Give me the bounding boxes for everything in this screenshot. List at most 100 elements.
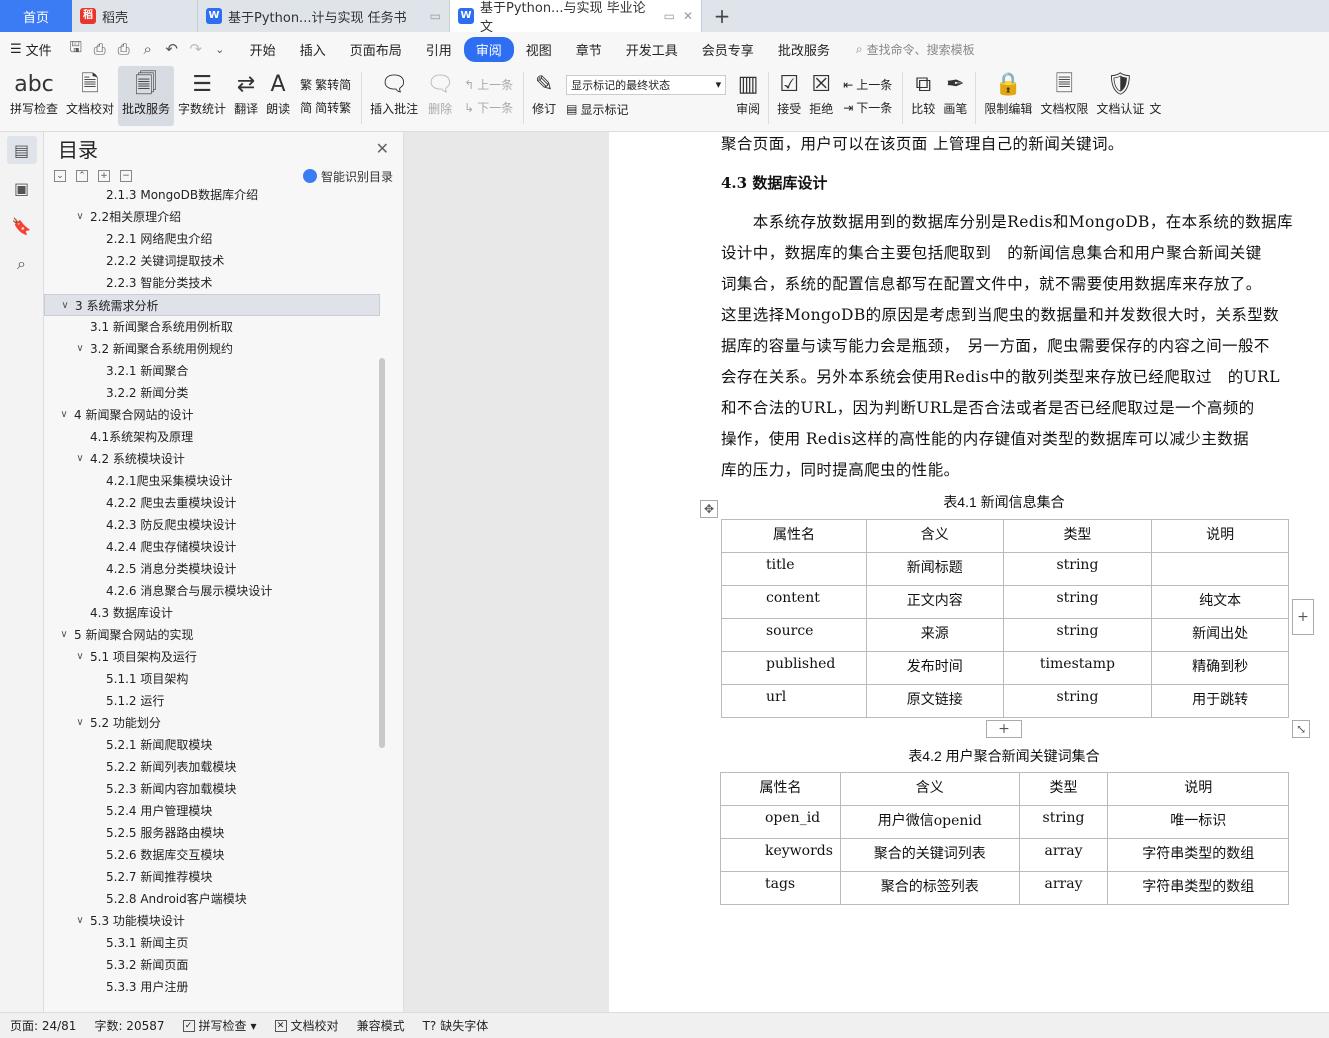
menu-tab-1[interactable]: 插入 bbox=[288, 37, 338, 62]
table-move-handle-icon[interactable]: ✥ bbox=[700, 500, 718, 518]
prev-comment-button[interactable]: ↰ 上一条 bbox=[464, 76, 513, 93]
add-row-button[interactable]: + bbox=[986, 720, 1022, 738]
table-cell[interactable]: 用于跳转 bbox=[1151, 684, 1289, 718]
table-header-cell[interactable]: 含义 bbox=[839, 772, 1020, 806]
print-icon[interactable]: ⎙ bbox=[112, 40, 136, 58]
page-indicator[interactable]: 页面: 24/81 bbox=[10, 1017, 76, 1034]
table-cell[interactable]: 聚合的关键词列表 bbox=[839, 838, 1020, 872]
word-count[interactable]: 字数: 20587 bbox=[94, 1017, 164, 1034]
bookmark-icon[interactable]: 🔖 bbox=[7, 212, 37, 240]
toc-item[interactable]: 5.2.8 Android客户端模块 bbox=[44, 888, 380, 910]
show-markup-button[interactable]: ▤ 显示标记 bbox=[566, 101, 726, 118]
toc-item[interactable]: 2.2.2 关键词提取技术 bbox=[44, 250, 380, 272]
more-button[interactable]: 文 bbox=[1148, 66, 1162, 126]
tab-thesis-doc[interactable]: W 基于Python...与实现 毕业论文 ▭ ✕ bbox=[450, 0, 702, 35]
toc-item[interactable]: 4.2.6 消息聚合与展示模块设计 bbox=[44, 580, 380, 602]
table-header-cell[interactable]: 属性名 bbox=[721, 519, 867, 553]
remove-heading-icon[interactable]: − bbox=[120, 170, 132, 182]
menu-tab-4[interactable]: 审阅 bbox=[463, 36, 514, 62]
doc-auth-button[interactable]: 🛡 文档认证 bbox=[1092, 66, 1148, 126]
chevron-down-icon[interactable]: ⌄ bbox=[208, 43, 232, 56]
menu-tab-2[interactable]: 页面布局 bbox=[338, 37, 414, 62]
table-cell[interactable]: 正文内容 bbox=[865, 585, 1004, 619]
chapter-icon[interactable]: ▣ bbox=[7, 174, 37, 202]
missing-font-status[interactable]: T? 缺失字体 bbox=[423, 1017, 489, 1034]
print-preview-icon[interactable]: ⌕ bbox=[136, 40, 160, 58]
toc-item[interactable]: ∨ 5.3 功能模块设计 bbox=[44, 910, 380, 932]
table-cell[interactable]: source bbox=[721, 618, 867, 652]
toc-item[interactable]: ∨ 5 新闻聚合网站的实现 bbox=[44, 624, 380, 646]
read-aloud-button[interactable]: A 朗读 bbox=[262, 66, 294, 126]
table-cell[interactable]: string bbox=[1018, 805, 1109, 839]
toc-item[interactable]: 4.2.5 消息分类模块设计 bbox=[44, 558, 380, 580]
menu-tab-0[interactable]: 开始 bbox=[238, 37, 288, 62]
toc-item[interactable]: 2.2.3 智能分类技术 bbox=[44, 272, 380, 294]
table-cell[interactable]: content bbox=[721, 585, 867, 619]
toc-item[interactable]: ∨ 5.1 项目架构及运行 bbox=[44, 646, 380, 668]
tab-docer[interactable]: 稻 稻壳 bbox=[72, 0, 198, 32]
toc-item[interactable]: 4.2.1爬虫采集模块设计 bbox=[44, 470, 380, 492]
toc-item[interactable]: 3.1 新闻聚合系统用例析取 bbox=[44, 316, 380, 338]
menu-tab-6[interactable]: 章节 bbox=[564, 37, 614, 62]
table-cell[interactable]: string bbox=[1002, 618, 1153, 652]
chevron-down-icon[interactable]: ∨ bbox=[74, 646, 86, 668]
table-cell[interactable]: 纯文本 bbox=[1151, 585, 1289, 619]
close-icon[interactable]: ✕ bbox=[683, 9, 693, 23]
menu-tab-8[interactable]: 会员专享 bbox=[690, 37, 766, 62]
toc-item[interactable]: 5.2.2 新闻列表加载模块 bbox=[44, 756, 380, 778]
chevron-down-icon[interactable]: ∨ bbox=[59, 295, 71, 317]
menu-tab-5[interactable]: 视图 bbox=[514, 37, 564, 62]
expand-all-icon[interactable]: ⌃ bbox=[76, 170, 88, 182]
toc-item[interactable]: 4.1系统架构及原理 bbox=[44, 426, 380, 448]
file-menu[interactable]: ☰ 文件 bbox=[10, 40, 52, 59]
save-icon[interactable]: 🖫 bbox=[64, 37, 88, 62]
table-header-cell[interactable]: 属性名 bbox=[720, 772, 841, 806]
chevron-down-icon[interactable]: ∨ bbox=[58, 404, 70, 426]
toc-item[interactable]: 3.2.2 新闻分类 bbox=[44, 382, 380, 404]
document-page[interactable]: 聚合页面，用户可以在该页面 上管理自己的新闻关键词。 4.3 数据库设计 本系统… bbox=[609, 132, 1329, 1012]
table-cell[interactable] bbox=[1151, 552, 1289, 586]
table-cell[interactable]: 用户微信openid bbox=[839, 805, 1020, 839]
next-change-button[interactable]: ⇥ 下一条 bbox=[843, 99, 892, 116]
toc-item[interactable]: 4.2.2 爬虫去重模块设计 bbox=[44, 492, 380, 514]
translate-button[interactable]: ⇄ 翻译 bbox=[230, 66, 262, 126]
doc-proof-status[interactable]: ✕ 文档校对 bbox=[274, 1017, 339, 1034]
table-cell[interactable]: 新闻出处 bbox=[1151, 618, 1289, 652]
table-cell[interactable]: 精确到秒 bbox=[1151, 651, 1289, 685]
table-cell[interactable]: string bbox=[1002, 585, 1153, 619]
table-cell[interactable]: 聚合的标签列表 bbox=[839, 871, 1020, 905]
toc-item[interactable]: 5.3.3 用户注册 bbox=[44, 976, 380, 994]
tab-task-doc[interactable]: W 基于Python...计与实现 任务书 ▭ bbox=[198, 0, 450, 32]
table-header-cell[interactable]: 说明 bbox=[1151, 519, 1289, 553]
close-icon[interactable]: ✕ bbox=[376, 139, 389, 158]
chevron-down-icon[interactable]: ∨ bbox=[74, 910, 86, 932]
table-header-cell[interactable]: 含义 bbox=[865, 519, 1004, 553]
toc-item[interactable]: ∨ 5.2 功能划分 bbox=[44, 712, 380, 734]
word-count-button[interactable]: ☰ 字数统计 bbox=[174, 66, 230, 126]
table-cell[interactable]: 字符串类型的数组 bbox=[1107, 838, 1289, 872]
toc-item[interactable]: 5.2.5 服务器路由模块 bbox=[44, 822, 380, 844]
delete-comment-button[interactable]: 🗨 删除 bbox=[422, 66, 458, 126]
insert-comment-button[interactable]: 🗨 插入批注 bbox=[366, 66, 422, 126]
table-cell[interactable]: string bbox=[1002, 684, 1153, 718]
toc-item[interactable]: 5.1.2 运行 bbox=[44, 690, 380, 712]
table-cell[interactable]: title bbox=[721, 552, 867, 586]
table-cell[interactable]: 来源 bbox=[865, 618, 1004, 652]
resize-table-icon[interactable]: ⤡ bbox=[1292, 720, 1310, 738]
table-cell[interactable]: published bbox=[721, 651, 867, 685]
monitor-icon[interactable]: ▭ bbox=[664, 9, 675, 23]
toc-item[interactable]: ∨ 4 新闻聚合网站的设计 bbox=[44, 404, 380, 426]
pen-button[interactable]: ✒ 画笔 bbox=[939, 66, 971, 126]
table-cell[interactable]: 字符串类型的数组 bbox=[1107, 871, 1289, 905]
toc-scrollbar[interactable] bbox=[379, 358, 385, 748]
table-cell[interactable]: keywords bbox=[720, 838, 841, 872]
table-cell[interactable]: open_id bbox=[720, 805, 841, 839]
toc-item[interactable]: 5.2.4 用户管理模块 bbox=[44, 800, 380, 822]
toc-item[interactable]: ∨ 4.2 系统模块设计 bbox=[44, 448, 380, 470]
table-cell[interactable]: 唯一标识 bbox=[1107, 805, 1289, 839]
toc-item[interactable]: 2.1.3 MongoDB数据库介绍 bbox=[44, 184, 380, 206]
collapse-all-icon[interactable]: ⌄ bbox=[54, 170, 66, 182]
toc-item[interactable]: 2.2.1 网络爬虫介绍 bbox=[44, 228, 380, 250]
to-simplified-button[interactable]: 简简转繁 bbox=[300, 99, 351, 116]
chevron-down-icon[interactable]: ∨ bbox=[74, 338, 86, 360]
